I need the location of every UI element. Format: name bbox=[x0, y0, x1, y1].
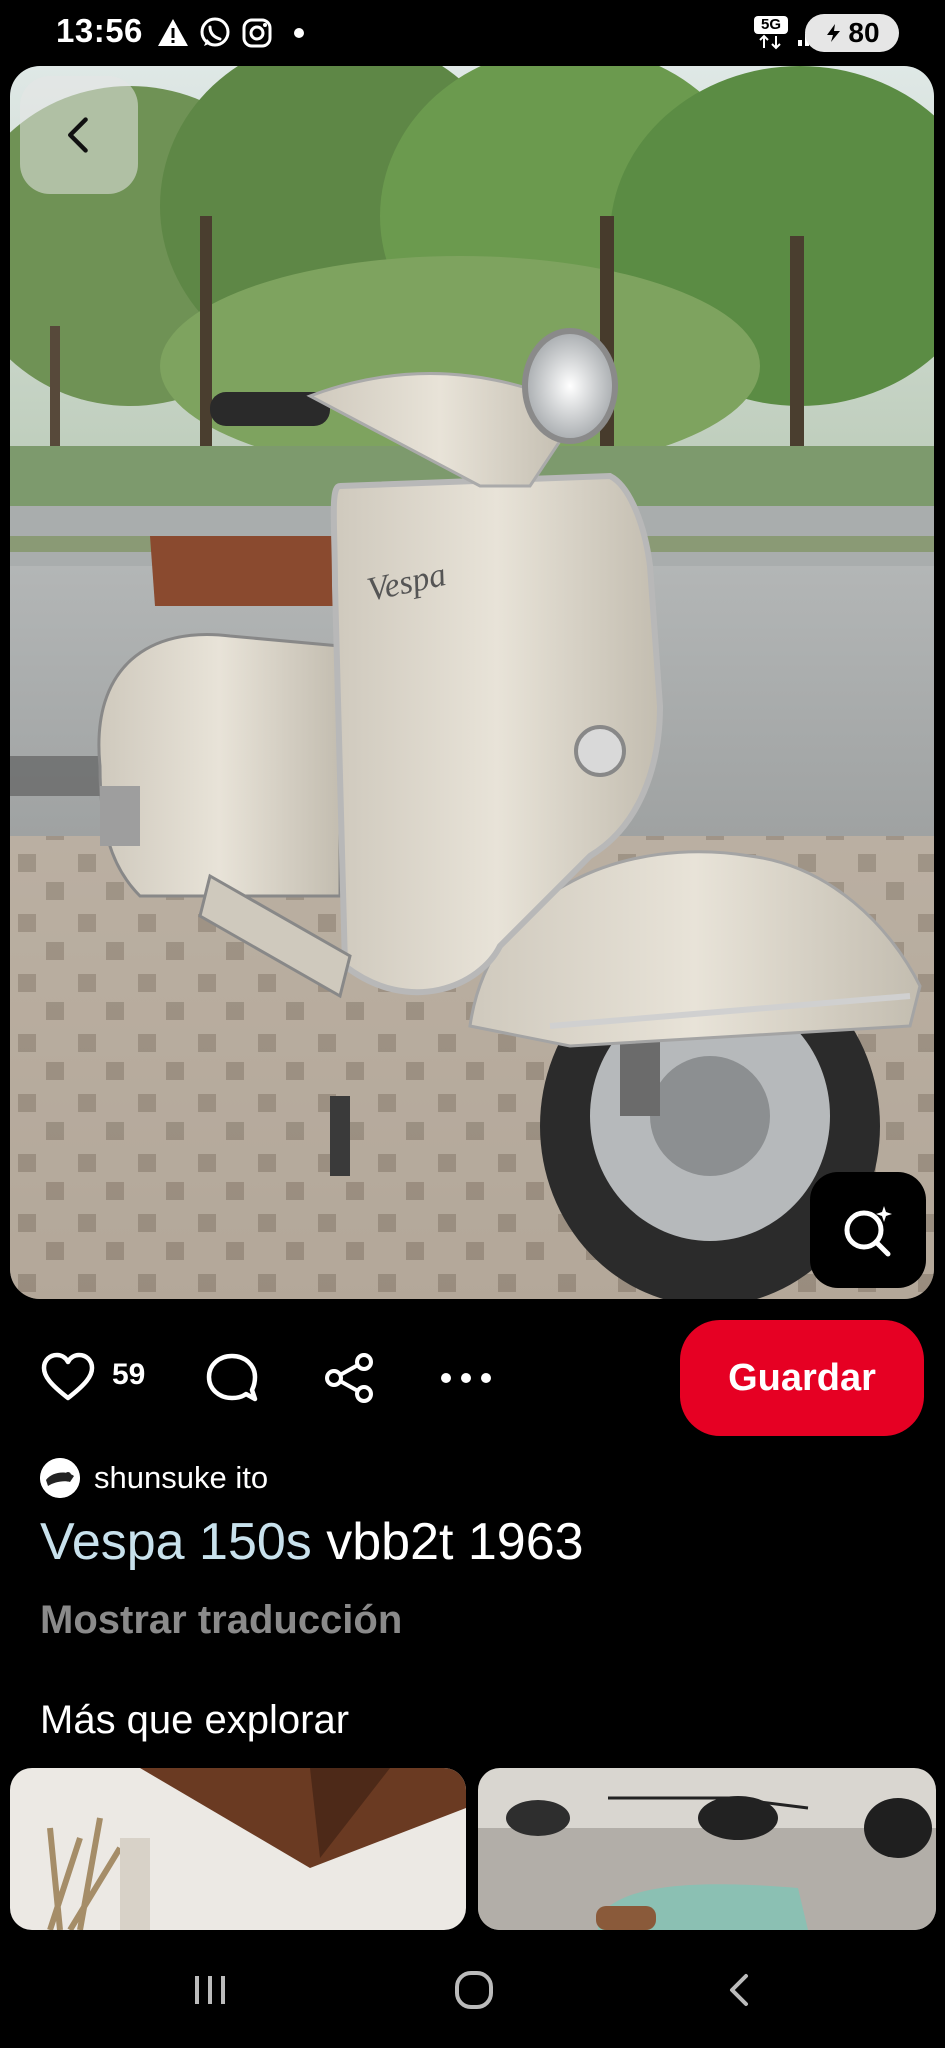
pin-image[interactable]: Vespa bbox=[10, 66, 934, 1299]
battery-level: 80 bbox=[848, 17, 880, 48]
pin-title: Vespa 150s vbb2t 1963 bbox=[40, 1512, 584, 1572]
recent-apps-button[interactable] bbox=[180, 1960, 240, 2020]
visual-search-button[interactable] bbox=[810, 1172, 926, 1288]
pin-title-rest: vbb2t 1963 bbox=[311, 1513, 584, 1571]
lens-search-icon bbox=[844, 1206, 892, 1257]
back-arrow-icon bbox=[730, 1974, 748, 2006]
back-button[interactable] bbox=[20, 76, 138, 194]
comment-icon[interactable] bbox=[204, 1350, 260, 1406]
recent-apps-icon bbox=[195, 1976, 225, 2004]
heart-icon[interactable] bbox=[40, 1350, 96, 1406]
interior-photo bbox=[10, 1768, 466, 1930]
battery-indicator: 80 bbox=[805, 14, 899, 52]
status-time: 13:56 bbox=[56, 12, 143, 49]
likes-count: 59 bbox=[112, 1358, 146, 1391]
pin-title-link[interactable]: Vespa 150s bbox=[40, 1513, 312, 1571]
system-back-button[interactable] bbox=[710, 1960, 770, 2020]
warning-icon bbox=[158, 19, 188, 46]
related-pin-thumbnail[interactable] bbox=[478, 1768, 936, 1930]
status-bar: 13:56 5G 80 bbox=[0, 0, 945, 66]
share-icon[interactable] bbox=[322, 1350, 378, 1406]
vespa-photo: Vespa bbox=[10, 66, 934, 1299]
chevron-left-icon bbox=[68, 117, 88, 153]
author-name[interactable]: shunsuke ito bbox=[94, 1460, 268, 1496]
related-pin-thumbnail[interactable] bbox=[10, 1768, 466, 1930]
author-avatar[interactable] bbox=[40, 1458, 80, 1498]
home-icon bbox=[455, 1971, 493, 2009]
more-options-icon[interactable] bbox=[438, 1350, 494, 1406]
more-to-explore-heading: Más que explorar bbox=[40, 1698, 350, 1742]
notification-dot-icon bbox=[294, 28, 304, 38]
scooters-photo bbox=[478, 1768, 936, 1930]
save-button[interactable]: Guardar bbox=[680, 1320, 924, 1436]
data-arrows-icon bbox=[759, 34, 781, 50]
whatsapp-icon bbox=[200, 17, 230, 47]
instagram-icon bbox=[242, 18, 272, 48]
home-button[interactable] bbox=[444, 1960, 504, 2020]
show-translation-link[interactable]: Mostrar traducción bbox=[40, 1598, 402, 1643]
charging-icon bbox=[827, 24, 841, 42]
network-indicator: 5G bbox=[754, 16, 788, 52]
